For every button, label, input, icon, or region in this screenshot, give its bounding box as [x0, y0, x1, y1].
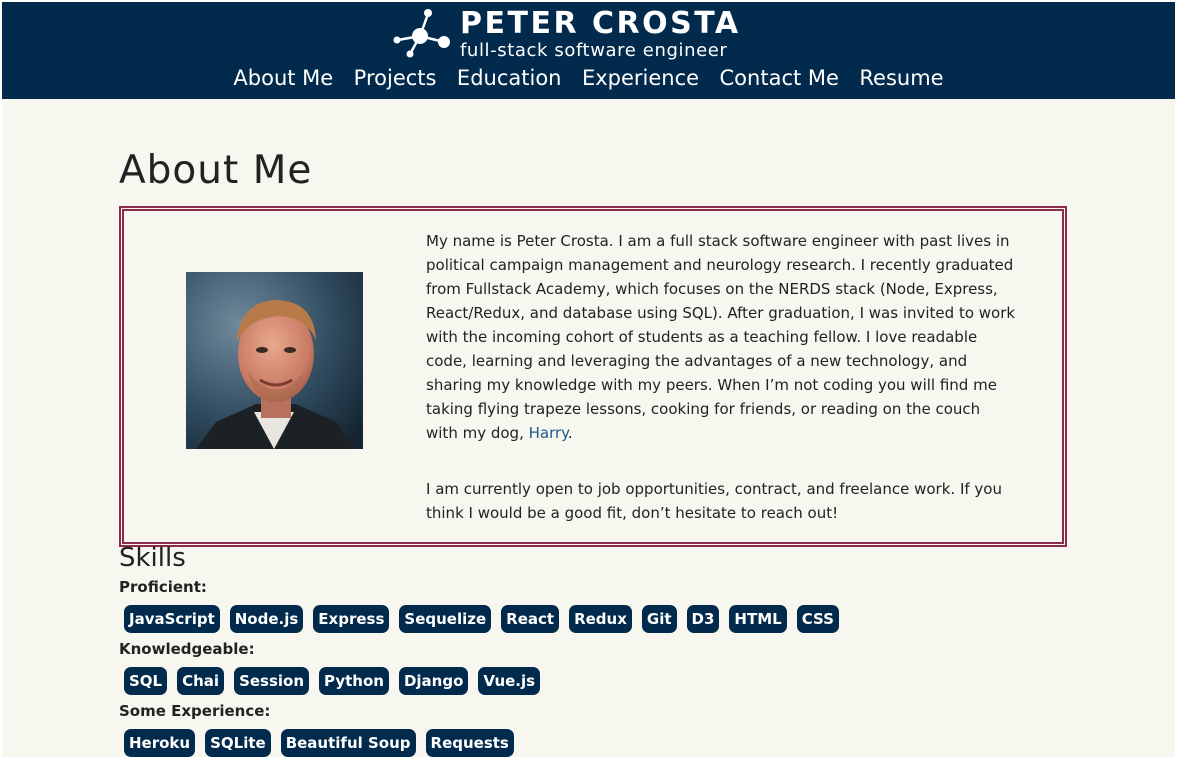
bio-text: My name is Peter Crosta. I am a full sta… — [426, 229, 1016, 557]
site-tagline: full-stack software engineer — [460, 40, 728, 61]
skill-tag: Git — [641, 605, 677, 633]
bio-paragraph-end: . — [567, 424, 573, 442]
nav-contact-me[interactable]: Contact Me — [720, 66, 839, 90]
skill-tag: Django — [398, 667, 469, 695]
page-frame: PETER CROSTA full-stack software enginee… — [2, 2, 1175, 757]
skill-tag: Express — [313, 605, 390, 633]
nav-experience[interactable]: Experience — [582, 66, 699, 90]
bio-paragraph-text: My name is Peter Crosta. I am a full sta… — [426, 232, 1016, 442]
skill-tag: Redux — [569, 605, 632, 633]
skill-tag: SQL — [124, 667, 168, 695]
nav-resume[interactable]: Resume — [859, 66, 943, 90]
bio-paragraph: My name is Peter Crosta. I am a full sta… — [426, 229, 1016, 445]
skill-tag: Vue.js — [478, 667, 541, 695]
skill-tag: Session — [234, 667, 310, 695]
availability-paragraph: I am currently open to job opportunities… — [426, 480, 1002, 522]
nav-projects[interactable]: Projects — [354, 66, 437, 90]
proficient-skills: JavaScript Node.js Express Sequelize React Re… — [124, 605, 849, 633]
molecule-network-icon — [393, 9, 450, 58]
skill-tag: Node.js — [229, 605, 304, 633]
proficient-label: Proficient: — [119, 578, 207, 596]
skill-tag: JavaScript — [124, 605, 220, 633]
skill-tag: React — [501, 605, 560, 633]
skill-tag: SQLite — [205, 729, 271, 757]
skill-tag: Beautiful Soup — [280, 729, 416, 757]
profile-photo — [186, 272, 363, 449]
nav-about-me[interactable]: About Me — [233, 66, 333, 90]
harry-link[interactable]: Harry — [529, 424, 568, 442]
site-header: PETER CROSTA full-stack software enginee… — [2, 2, 1175, 99]
main-nav: About Me Projects Education Experience C… — [2, 66, 1175, 90]
skill-tag: Requests — [425, 729, 514, 757]
skill-tag: Sequelize — [399, 605, 492, 633]
nav-education[interactable]: Education — [457, 66, 562, 90]
skill-tag: CSS — [796, 605, 839, 633]
skill-tag: Heroku — [124, 729, 196, 757]
some-experience-label: Some Experience: — [119, 702, 271, 720]
some-experience-skills: Heroku SQLite Beautiful Soup Requests — [124, 729, 524, 757]
skill-tag: Chai — [177, 667, 225, 695]
skill-tag: HTML — [729, 605, 787, 633]
site-name: PETER CROSTA — [460, 6, 741, 41]
about-card: My name is Peter Crosta. I am a full sta… — [119, 206, 1067, 547]
brand[interactable]: PETER CROSTA full-stack software enginee… — [390, 4, 790, 62]
knowledgeable-skills: SQL Chai Session Python Django Vue.js — [124, 667, 550, 695]
skills-heading: Skills — [119, 543, 186, 573]
skill-tag: Python — [319, 667, 389, 695]
about-me-heading: About Me — [119, 148, 313, 193]
skill-tag: D3 — [686, 605, 720, 633]
knowledgeable-label: Knowledgeable: — [119, 640, 255, 658]
